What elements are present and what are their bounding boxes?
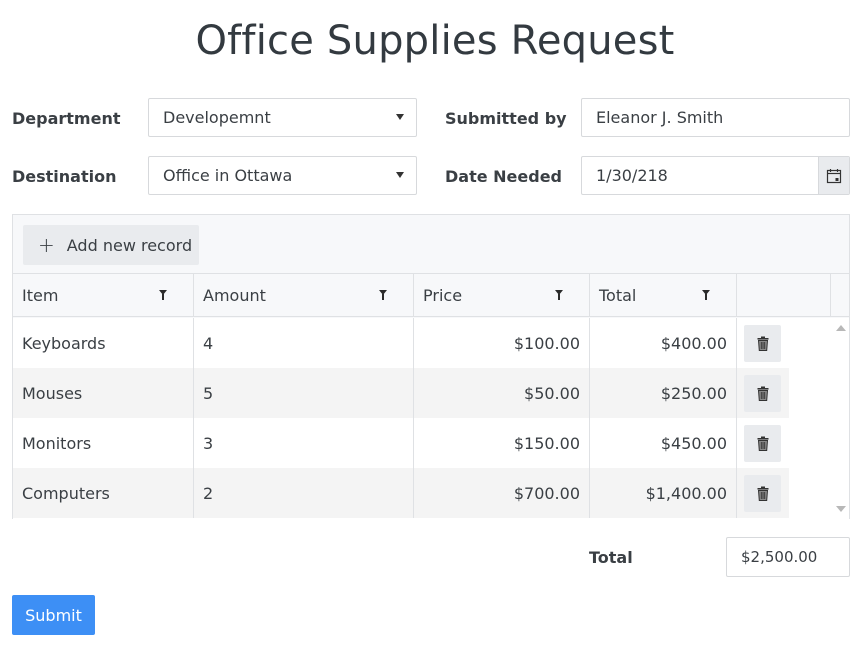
destination-label: Destination xyxy=(12,167,117,186)
grid-body: Keyboards 4 $100.00 $400.00 Mouses 5 $50.00 $25… xyxy=(13,318,849,519)
column-header-amount[interactable]: Amount xyxy=(194,274,414,317)
calendar-icon xyxy=(826,168,842,183)
cell-price-value: $150.00 xyxy=(513,433,580,453)
cell-price[interactable]: $100.00 xyxy=(414,318,590,368)
destination-value: Office in Ottawa xyxy=(163,166,293,185)
cell-total-value: $400.00 xyxy=(660,333,727,353)
trash-icon xyxy=(757,336,768,351)
submit-button[interactable]: Submit xyxy=(12,595,95,635)
cell-total[interactable]: $250.00 xyxy=(590,368,737,418)
grid-header: Item Amount Price Total xyxy=(13,274,849,317)
delete-row-button[interactable] xyxy=(744,425,781,462)
column-header-actions xyxy=(737,274,831,317)
cell-price-value: $100.00 xyxy=(513,333,580,353)
caret-down-icon xyxy=(396,172,404,178)
cell-price[interactable]: $150.00 xyxy=(414,418,590,468)
date-needed-value: 1/30/218 xyxy=(596,166,668,185)
filter-icon[interactable] xyxy=(555,290,563,300)
cell-total[interactable]: $400.00 xyxy=(590,318,737,368)
cell-item[interactable]: Keyboards xyxy=(13,318,194,368)
cell-item-value: Keyboards xyxy=(22,333,106,353)
cell-amount[interactable]: 4 xyxy=(194,318,414,368)
cell-item[interactable]: Mouses xyxy=(13,368,194,418)
cell-price[interactable]: $50.00 xyxy=(414,368,590,418)
table-row[interactable]: Keyboards 4 $100.00 $400.00 xyxy=(13,318,789,368)
column-header-item[interactable]: Item xyxy=(13,274,194,317)
date-needed-label: Date Needed xyxy=(445,167,562,186)
column-header-total[interactable]: Total xyxy=(590,274,737,317)
destination-select[interactable]: Office in Ottawa xyxy=(148,156,417,195)
column-header-price[interactable]: Price xyxy=(414,274,590,317)
submitted-by-value: Eleanor J. Smith xyxy=(596,108,724,127)
grid-toolbar: + Add new record xyxy=(13,215,849,274)
cell-amount-value: 3 xyxy=(203,433,214,453)
cell-amount-value: 4 xyxy=(203,333,214,353)
department-select[interactable]: Developemnt xyxy=(148,98,417,137)
scroll-up-icon[interactable] xyxy=(836,325,846,331)
scroll-down-icon[interactable] xyxy=(836,506,846,512)
cell-amount[interactable]: 3 xyxy=(194,418,414,468)
total-label: Total xyxy=(589,548,633,567)
cell-item-value: Mouses xyxy=(22,383,83,403)
cell-total[interactable]: $450.00 xyxy=(590,418,737,468)
grid-scrollbar[interactable] xyxy=(830,318,849,519)
cell-price-value: $50.00 xyxy=(524,383,580,403)
cell-total-value: $450.00 xyxy=(660,433,727,453)
filter-icon[interactable] xyxy=(159,290,167,300)
cell-total-value: $250.00 xyxy=(660,383,727,403)
column-header-label: Item xyxy=(22,286,59,305)
cell-item-value: Computers xyxy=(22,483,110,503)
column-header-label: Total xyxy=(599,286,637,305)
cell-item[interactable]: Monitors xyxy=(13,418,194,468)
trash-icon xyxy=(757,486,768,501)
supplies-grid: + Add new record Item Amount Price Total… xyxy=(12,214,850,519)
total-value: $2,500.00 xyxy=(741,548,818,566)
date-needed-input[interactable]: 1/30/218 xyxy=(581,156,850,195)
column-header-label: Price xyxy=(423,286,463,305)
table-row[interactable]: Monitors 3 $150.00 $450.00 xyxy=(13,418,789,468)
cell-amount[interactable]: 2 xyxy=(194,468,414,518)
cell-item[interactable]: Computers xyxy=(13,468,194,518)
trash-icon xyxy=(757,436,768,451)
cell-total[interactable]: $1,400.00 xyxy=(590,468,737,518)
delete-row-button[interactable] xyxy=(744,375,781,412)
caret-down-icon xyxy=(396,114,404,120)
cell-item-value: Monitors xyxy=(22,433,92,453)
filter-icon[interactable] xyxy=(379,290,387,300)
delete-row-button[interactable] xyxy=(744,475,781,512)
plus-icon: + xyxy=(38,233,55,257)
column-header-label: Amount xyxy=(203,286,266,305)
add-new-record-button[interactable]: + Add new record xyxy=(23,225,199,265)
cell-price[interactable]: $700.00 xyxy=(414,468,590,518)
filter-icon[interactable] xyxy=(702,290,710,300)
table-row[interactable]: Computers 2 $700.00 $1,400.00 xyxy=(13,468,789,518)
cell-amount-value: 5 xyxy=(203,383,214,403)
cell-total-value: $1,400.00 xyxy=(645,483,727,503)
submitted-by-label: Submitted by xyxy=(445,109,567,128)
trash-icon xyxy=(757,386,768,401)
delete-row-button[interactable] xyxy=(744,325,781,362)
cell-amount[interactable]: 5 xyxy=(194,368,414,418)
department-value: Developemnt xyxy=(163,108,271,127)
date-picker-button[interactable] xyxy=(818,157,849,194)
department-label: Department xyxy=(12,109,121,128)
table-row[interactable]: Mouses 5 $50.00 $250.00 xyxy=(13,368,789,418)
submitted-by-input[interactable]: Eleanor J. Smith xyxy=(581,98,850,137)
total-input[interactable]: $2,500.00 xyxy=(726,537,850,577)
add-new-record-label: Add new record xyxy=(66,235,193,255)
page-title: Office Supplies Request xyxy=(195,18,675,64)
cell-amount-value: 2 xyxy=(203,483,214,503)
cell-price-value: $700.00 xyxy=(513,483,580,503)
